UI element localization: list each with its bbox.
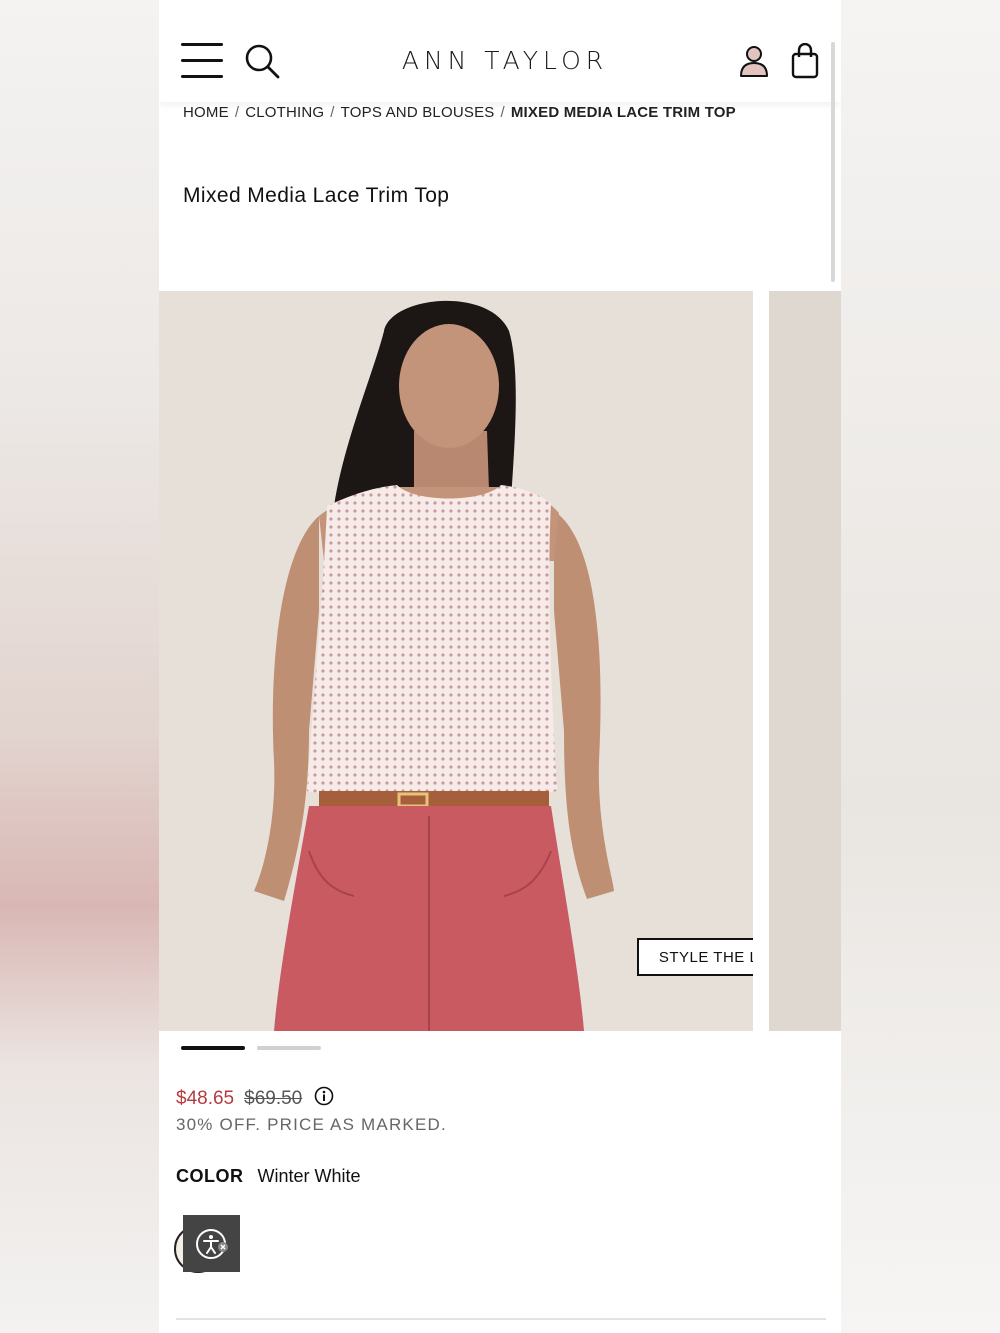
color-label: COLOR [176, 1166, 244, 1186]
breadcrumb-separator: / [500, 104, 505, 121]
user-account-icon[interactable] [739, 44, 769, 78]
breadcrumb-home[interactable]: HOME [183, 104, 229, 121]
breadcrumb-clothing[interactable]: CLOTHING [245, 104, 324, 121]
accessibility-icon [196, 1229, 228, 1259]
breadcrumb-current: MIXED MEDIA LACE TRIM TOP [510, 104, 736, 121]
background-blur-left [0, 0, 159, 1333]
info-icon[interactable] [314, 1086, 334, 1106]
breadcrumb-tops-and-blouses[interactable]: TOPS AND BLOUSES [341, 104, 495, 121]
breadcrumb-separator: / [234, 104, 240, 121]
original-price: $69.50 [244, 1088, 303, 1109]
background-blur-right [841, 0, 1000, 1333]
shopping-bag-icon[interactable] [791, 43, 819, 79]
breadcrumb: HOME / CLOTHING / TOPS AND BLOUSES / MIXED MED… [183, 104, 736, 121]
accessibility-widget[interactable] [183, 1215, 240, 1272]
product-title: Mixed Media Lace Trim Top [183, 184, 450, 207]
breadcrumb-separator: / [330, 104, 335, 121]
site-header: ANN TAYLOR [159, 0, 841, 102]
product-image-gallery[interactable]: STYLE THE LOOK [159, 291, 841, 1031]
color-value: Winter White [257, 1166, 361, 1186]
section-divider [176, 1318, 826, 1320]
sale-price: $48.65 [176, 1088, 235, 1109]
promo-text: 30% OFF. PRICE AS MARKED. [176, 1115, 447, 1134]
model-photo [159, 291, 753, 1031]
gallery-dot[interactable] [257, 1046, 321, 1050]
product-image-next[interactable] [769, 291, 841, 1031]
style-the-look-button[interactable]: STYLE THE LOOK [637, 938, 753, 976]
color-row: COLOR Winter White [176, 1166, 361, 1187]
gallery-dot-active[interactable] [181, 1046, 245, 1050]
product-image-main[interactable]: STYLE THE LOOK [159, 291, 753, 1031]
price-row: $48.65 $69.50 [176, 1086, 334, 1110]
page-scrollbar[interactable] [831, 42, 835, 282]
product-page: ANN TAYLOR HOME / CLOTHING / TOPS AND BLOUSE… [159, 0, 841, 1333]
